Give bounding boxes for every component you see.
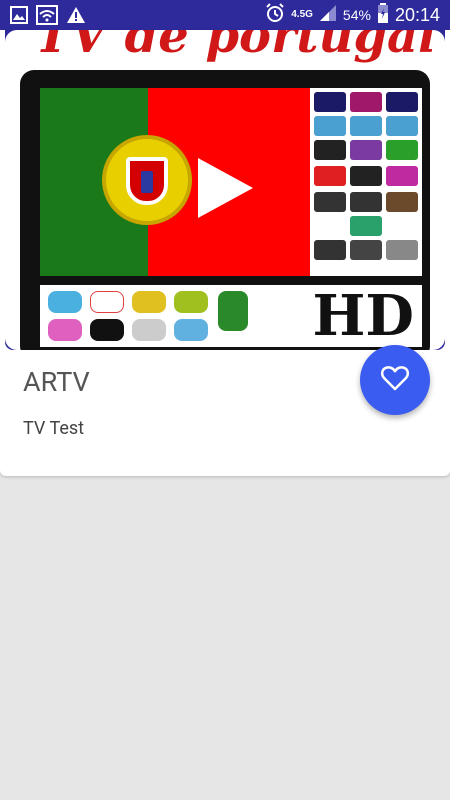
channel-logo-icon	[386, 116, 418, 136]
channel-logo-icon	[386, 166, 418, 186]
channel-card[interactable]: TV de portugal HD ARTV TV Test	[0, 30, 450, 476]
channel-logo-icon	[218, 291, 248, 331]
favorite-button[interactable]	[360, 345, 430, 415]
channel-logo-icon	[314, 192, 346, 212]
network-type: 4.5G	[291, 9, 313, 20]
tv-graphic: HD	[20, 70, 430, 350]
channel-logo-icon	[48, 319, 82, 341]
channel-logo-icon	[350, 92, 382, 112]
channel-logo-icon	[314, 166, 346, 186]
channel-logo-icon	[386, 240, 418, 260]
channel-logo-icon	[350, 116, 382, 136]
kids-channel-logos: HD	[40, 285, 422, 347]
thumbnail-image: TV de portugal HD	[5, 30, 445, 350]
battery-icon	[377, 2, 389, 28]
channel-logo-icon	[350, 240, 382, 260]
channel-logo-icon	[90, 291, 124, 313]
channel-logo-icon	[350, 216, 382, 236]
signal-icon	[319, 4, 337, 27]
channel-logo-icon	[132, 291, 166, 313]
channel-logo-icon	[174, 319, 208, 341]
channel-logo-icon	[174, 291, 208, 313]
channel-logo-icon	[386, 92, 418, 112]
channel-logo-icon	[314, 240, 346, 260]
alarm-icon	[265, 2, 285, 28]
warning-icon	[66, 6, 86, 28]
thumbnail-title-text: TV de portugal	[35, 30, 437, 64]
channel-logo-icon	[350, 192, 382, 212]
clock: 20:14	[394, 4, 440, 25]
channel-subtitle: TV Test	[23, 418, 85, 439]
channel-logo-icon	[132, 319, 166, 341]
channel-logo-icon	[350, 166, 382, 186]
status-bar: 4.5G 54% 20:14	[0, 0, 450, 30]
coat-of-arms-icon	[102, 135, 192, 225]
channel-logos-grid	[310, 88, 422, 276]
battery-percent: 54%	[342, 7, 371, 23]
channel-logo-icon	[386, 140, 418, 160]
heart-icon	[381, 365, 409, 395]
channel-logo-icon	[90, 319, 124, 341]
image-icon	[10, 6, 28, 28]
channel-logo-icon	[350, 140, 382, 160]
tv-screen	[40, 88, 310, 276]
hd-badge: HD	[312, 283, 414, 349]
channel-title: ARTV	[23, 366, 90, 398]
channel-thumbnail[interactable]: TV de portugal HD	[5, 30, 445, 350]
wifi-icon	[36, 5, 58, 29]
channel-logo-icon	[314, 140, 346, 160]
channel-logo-icon	[386, 192, 418, 212]
channel-logo-icon	[314, 92, 346, 112]
channel-logo-icon	[48, 291, 82, 313]
play-icon	[198, 158, 253, 218]
channel-logo-icon	[314, 116, 346, 136]
